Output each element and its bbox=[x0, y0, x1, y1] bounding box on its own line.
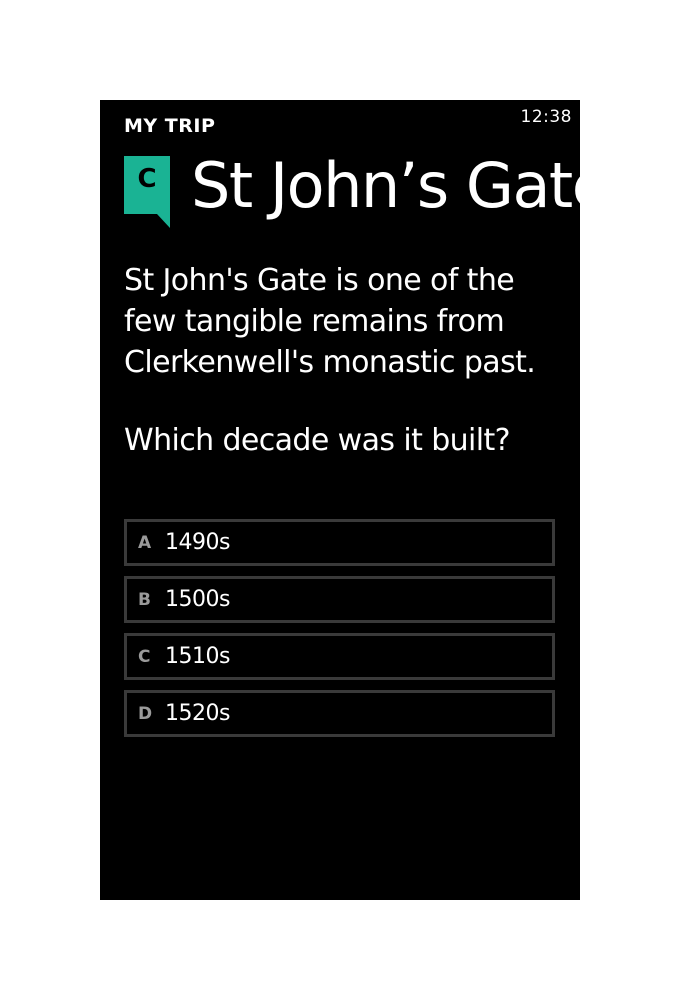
quiz-question: Which decade was it built? bbox=[124, 423, 511, 458]
page-title: St John’s Gate bbox=[191, 149, 580, 222]
answer-text: 1520s bbox=[165, 701, 230, 726]
answer-option-d[interactable]: D 1520s bbox=[124, 690, 555, 737]
answer-text: 1500s bbox=[165, 587, 230, 612]
phone-screen: 12:38 MY TRIP C St John’s Gate St John's… bbox=[100, 100, 580, 900]
answer-letter: A bbox=[138, 532, 152, 553]
stop-letter: C bbox=[137, 164, 157, 194]
answer-letter: B bbox=[138, 589, 151, 610]
answer-option-a[interactable]: A 1490s bbox=[124, 519, 555, 566]
app-title: MY TRIP bbox=[124, 115, 216, 137]
location-description: St John's Gate is one of the few tangibl… bbox=[124, 263, 536, 380]
answer-option-c[interactable]: C 1510s bbox=[124, 633, 555, 680]
answer-option-b[interactable]: B 1500s bbox=[124, 576, 555, 623]
answer-text: 1490s bbox=[165, 530, 230, 555]
stop-marker-icon: C bbox=[124, 156, 170, 228]
answer-letter: D bbox=[138, 703, 153, 724]
answer-list: A 1490s B 1500s C 1510s D 1520s bbox=[124, 519, 556, 747]
status-time: 12:38 bbox=[520, 107, 572, 127]
answer-text: 1510s bbox=[165, 644, 230, 669]
answer-letter: C bbox=[138, 646, 151, 667]
